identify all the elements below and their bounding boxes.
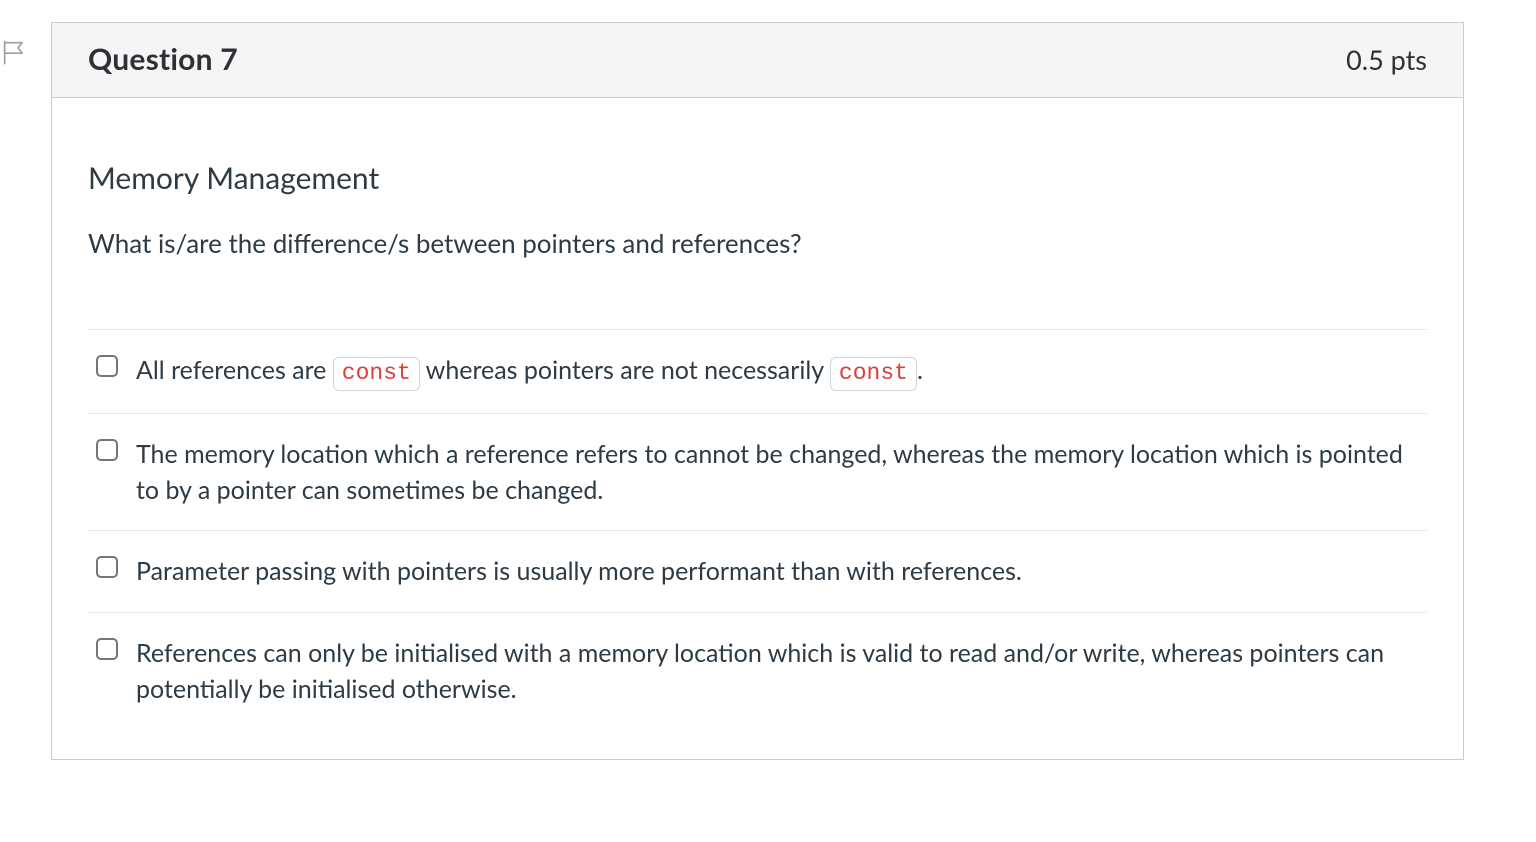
answer-text: All references are const whereas pointer… xyxy=(136,352,923,391)
text-segment: All references are xyxy=(136,355,333,385)
answer-text: Parameter passing with pointers is usual… xyxy=(136,553,1022,589)
code-keyword: const xyxy=(830,357,917,391)
checkbox[interactable] xyxy=(96,355,118,377)
answer-text: The memory location which a reference re… xyxy=(136,436,1419,509)
code-keyword: const xyxy=(333,357,420,391)
question-body: Memory Management What is/are the differ… xyxy=(52,98,1463,759)
answer-option[interactable]: References can only be initialised with … xyxy=(88,613,1427,716)
checkbox[interactable] xyxy=(96,556,118,578)
question-card: Question 7 0.5 pts Memory Management Wha… xyxy=(51,22,1464,760)
question-topic: Memory Management xyxy=(88,160,1427,196)
answer-options: All references are const whereas pointer… xyxy=(88,329,1427,715)
question-header: Question 7 0.5 pts xyxy=(52,23,1463,98)
answer-option[interactable]: All references are const whereas pointer… xyxy=(88,330,1427,414)
answer-text: References can only be initialised with … xyxy=(136,635,1419,708)
answer-option[interactable]: Parameter passing with pointers is usual… xyxy=(88,531,1427,612)
question-title: Question 7 xyxy=(88,41,238,77)
checkbox[interactable] xyxy=(96,439,118,461)
answer-option[interactable]: The memory location which a reference re… xyxy=(88,414,1427,532)
text-segment: . xyxy=(917,355,923,385)
flag-icon[interactable] xyxy=(0,38,28,66)
text-segment: whereas pointers are not necessarily xyxy=(420,355,830,385)
question-prompt: What is/are the difference/s between poi… xyxy=(88,226,1427,261)
question-points: 0.5 pts xyxy=(1346,43,1427,76)
checkbox[interactable] xyxy=(96,638,118,660)
